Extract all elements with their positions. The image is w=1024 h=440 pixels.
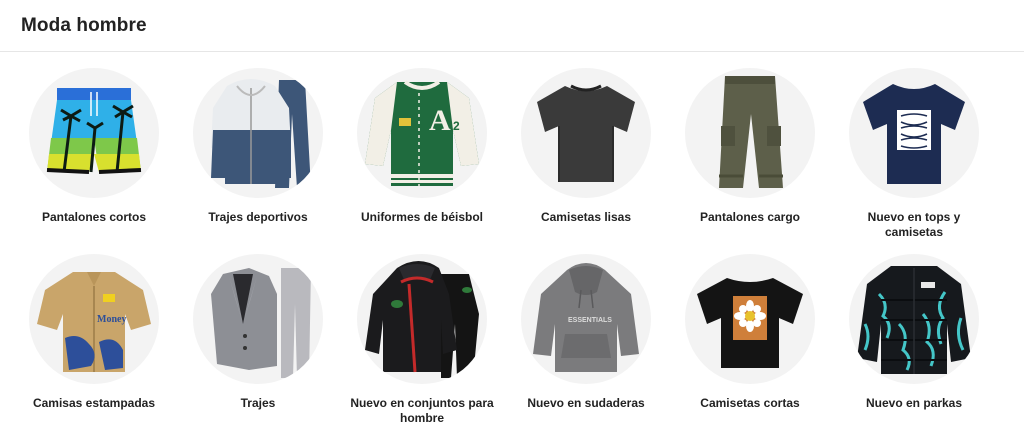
category-label: Uniformes de béisbol	[360, 210, 484, 224]
category-label: Nuevo en sudaderas	[527, 396, 645, 410]
category-item-tracksuits[interactable]: Trajes deportivos	[176, 68, 340, 225]
category-label: Nuevo en tops y camisetas	[867, 210, 961, 239]
section-title: Moda hombre	[21, 14, 147, 36]
category-item-new-parkas[interactable]: Nuevo en parkas	[832, 254, 996, 411]
short-tshirt-image	[685, 254, 815, 384]
category-label: Nuevo en conjuntos para hombre	[350, 396, 494, 425]
parka-image	[849, 254, 979, 384]
category-label: Camisetas cortas	[700, 396, 800, 410]
varsity-jacket-image: A 2	[357, 68, 487, 198]
printed-shirt-image: Money	[29, 254, 159, 384]
cargo-pants-image	[685, 68, 815, 198]
category-item-baseball-uniforms[interactable]: A 2 Uniformes de béisbol	[340, 68, 504, 225]
category-item-new-sets[interactable]: Nuevo en conjuntos para hombre	[340, 254, 504, 426]
category-item-new-tops[interactable]: Nuevo en tops y camisetas	[832, 68, 996, 240]
tracksuit-image	[193, 68, 323, 198]
svg-text:Money: Money	[97, 314, 126, 325]
category-label: Pantalones cortos	[41, 210, 147, 224]
category-item-short-tshirts[interactable]: Camisetas cortas	[668, 254, 832, 411]
svg-text:2: 2	[453, 119, 460, 133]
category-label: Trajes	[240, 396, 276, 410]
category-label: Camisetas lisas	[540, 210, 632, 224]
category-item-shorts[interactable]: Pantalones cortos	[12, 68, 176, 225]
category-label: Trajes deportivos	[208, 210, 308, 224]
plain-tshirt-image	[521, 68, 651, 198]
hoodie-set-image	[357, 254, 487, 384]
section-header: Moda hombre	[0, 0, 1024, 52]
category-grid: Pantalones cortos Trajes deportivos A 2 …	[0, 52, 1024, 440]
hoodie-image: ESSENTIALS	[521, 254, 651, 384]
category-item-suits[interactable]: Trajes	[176, 254, 340, 411]
category-item-plain-tshirts[interactable]: Camisetas lisas	[504, 68, 668, 225]
category-item-cargo-pants[interactable]: Pantalones cargo	[668, 68, 832, 225]
graphic-tshirt-image	[849, 68, 979, 198]
svg-text:A: A	[429, 104, 451, 137]
suit-image	[193, 254, 323, 384]
category-item-printed-shirts[interactable]: Money Camisas estampadas	[12, 254, 176, 411]
svg-text:ESSENTIALS: ESSENTIALS	[568, 317, 612, 324]
category-item-new-sweatshirts[interactable]: ESSENTIALS Nuevo en sudaderas	[504, 254, 668, 411]
category-label: Pantalones cargo	[699, 210, 801, 224]
shorts-image	[29, 68, 159, 198]
category-label: Nuevo en parkas	[865, 396, 963, 410]
category-label: Camisas estampadas	[32, 396, 156, 410]
